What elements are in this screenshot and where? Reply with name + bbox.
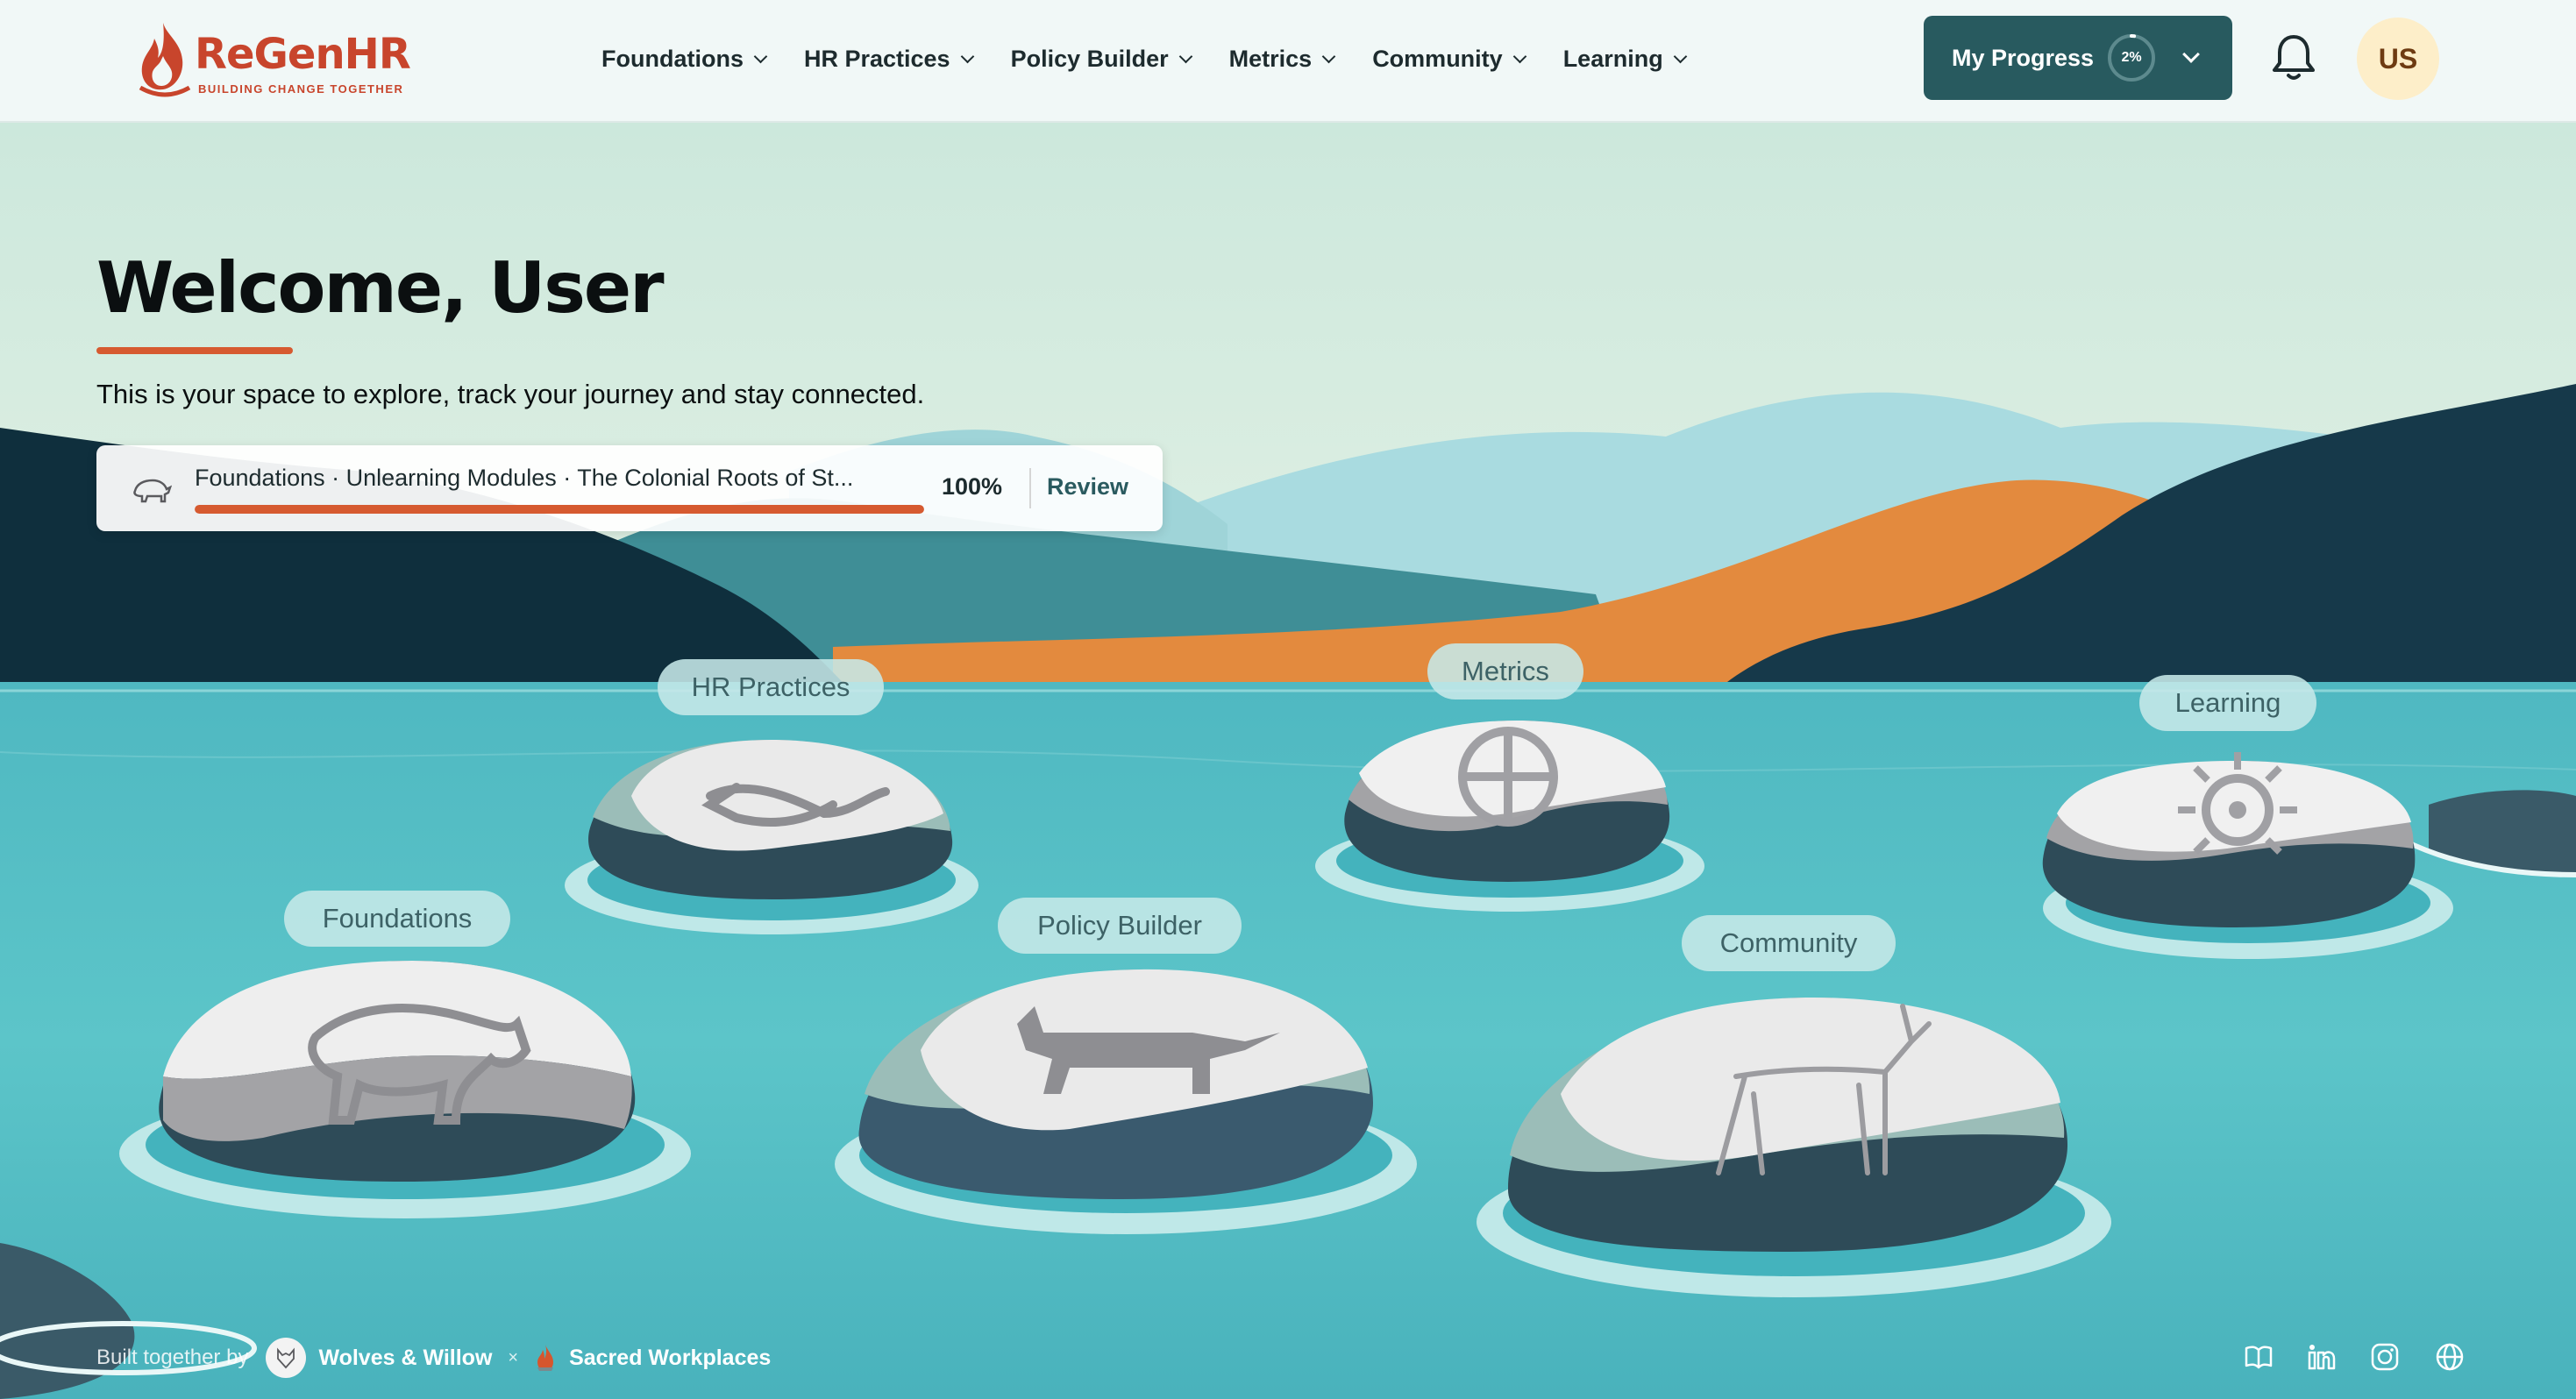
nav-label: Community	[1372, 45, 1503, 72]
nav-metrics[interactable]: Metrics	[1228, 45, 1336, 73]
brand-tagline: BUILDING CHANGE TOGETHER	[198, 82, 404, 96]
stone-label-hr-practices[interactable]: HR Practices	[658, 659, 884, 715]
brand-logo[interactable]: ReGenHR BUILDING CHANGE TOGETHER	[137, 18, 417, 105]
stone-label-community[interactable]: Community	[1682, 915, 1896, 971]
progress-ring: 2%	[2106, 32, 2157, 83]
chevron-down-icon	[1673, 49, 1687, 63]
chevron-down-icon	[1512, 49, 1526, 63]
footer-credits: Built together by Wolves & Willow × Sacr…	[96, 1338, 771, 1378]
module-progress-bar	[195, 505, 924, 514]
nav-label: Policy Builder	[1010, 45, 1169, 72]
user-avatar[interactable]: US	[2357, 18, 2439, 100]
chevron-down-icon	[753, 49, 768, 63]
main-nav: Foundations HR Practices Policy Builder …	[601, 0, 1724, 117]
bell-icon[interactable]	[2266, 30, 2322, 86]
partner-sacred-workplaces[interactable]: Sacred Workplaces	[569, 1346, 771, 1371]
globe-icon[interactable]	[2434, 1341, 2466, 1373]
module-path: Foundations · Unlearning Modules · The C…	[195, 465, 854, 491]
flame-logo-icon	[139, 23, 191, 97]
nav-policy-builder[interactable]: Policy Builder	[1010, 45, 1192, 73]
stone-label-metrics[interactable]: Metrics	[1427, 643, 1583, 700]
wolf-icon	[266, 1338, 307, 1378]
bison-icon	[133, 479, 172, 503]
nav-community[interactable]: Community	[1372, 45, 1526, 73]
nav-foundations[interactable]: Foundations	[601, 45, 768, 73]
welcome-subtitle: This is your space to explore, track you…	[96, 379, 925, 409]
stone-label-learning[interactable]: Learning	[2139, 675, 2316, 731]
chevron-down-icon	[2182, 46, 2200, 63]
stone-label-policy-builder[interactable]: Policy Builder	[998, 898, 1242, 954]
module-progress-percent: 100%	[942, 473, 1003, 500]
nav-learning[interactable]: Learning	[1562, 45, 1687, 73]
book-icon[interactable]	[2243, 1341, 2274, 1373]
user-initials: US	[2378, 42, 2418, 75]
nav-label: Metrics	[1228, 45, 1313, 72]
chevron-down-icon	[1321, 49, 1336, 63]
review-button[interactable]: Review	[1047, 473, 1128, 501]
instagram-icon[interactable]	[2369, 1341, 2401, 1373]
my-progress-button[interactable]: My Progress 2%	[1924, 16, 2232, 100]
brand-name: ReGenHR	[195, 30, 411, 79]
footer-separator: ×	[508, 1347, 519, 1367]
top-header: ReGenHR BUILDING CHANGE TOGETHER Foundat…	[0, 0, 2576, 123]
nav-hr-practices[interactable]: HR Practices	[803, 45, 974, 73]
heading-underline	[96, 347, 293, 354]
nav-label: Foundations	[601, 45, 744, 72]
continue-module-card[interactable]: Foundations · Unlearning Modules · The C…	[96, 445, 1163, 531]
footer-prefix: Built together by	[96, 1346, 249, 1369]
linkedin-icon[interactable]	[2306, 1341, 2338, 1373]
module-progress-fill	[195, 505, 924, 514]
progress-label: My Progress	[1952, 44, 2095, 71]
welcome-heading: Welcome, User	[96, 247, 665, 329]
chevron-down-icon	[1178, 49, 1192, 63]
chevron-down-icon	[960, 49, 974, 63]
stone-label-foundations[interactable]: Foundations	[284, 891, 510, 947]
partner-wolves-willow[interactable]: Wolves & Willow	[318, 1346, 492, 1371]
sacred-flame-icon	[537, 1345, 554, 1371]
card-divider	[1029, 468, 1031, 508]
progress-percent: 2%	[2121, 50, 2142, 65]
nav-label: HR Practices	[803, 45, 950, 72]
nav-label: Learning	[1562, 45, 1663, 72]
